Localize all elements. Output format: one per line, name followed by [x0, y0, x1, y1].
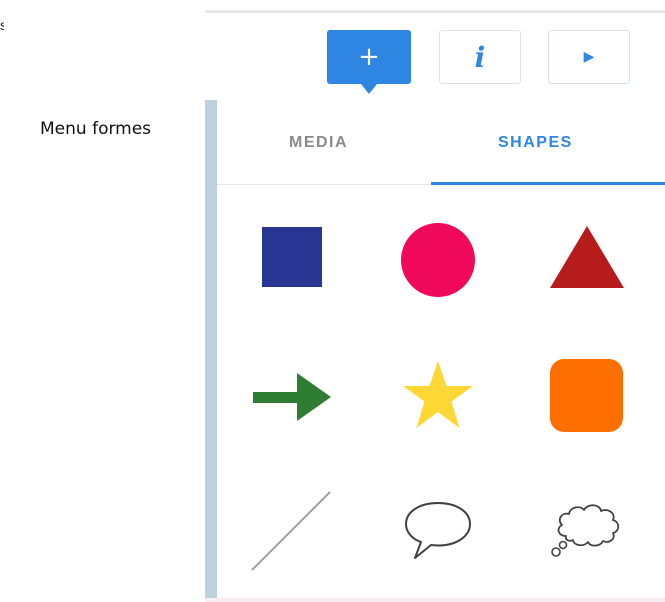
shape-rounded-square[interactable] [550, 359, 623, 432]
square-icon [262, 227, 322, 287]
shape-thought-bubble[interactable] [550, 500, 624, 558]
cropped-text-fragment: s [0, 18, 4, 32]
triangle-icon [550, 226, 624, 288]
arrow-right-icon [253, 373, 331, 421]
info-icon: i [474, 40, 486, 74]
annotation-caption: Menu formes [40, 119, 152, 139]
panel-left-rail [205, 100, 217, 602]
add-button[interactable]: + [327, 30, 411, 94]
shape-line[interactable] [250, 490, 332, 572]
speech-bubble-icon [405, 502, 471, 559]
top-divider [205, 10, 665, 13]
thought-bubble-icon [551, 504, 620, 557]
shape-arrow[interactable] [253, 373, 331, 421]
shape-circle[interactable] [401, 223, 475, 297]
tab-shapes[interactable]: SHAPES [498, 134, 573, 152]
play-icon: ▶ [583, 49, 595, 65]
shape-triangle[interactable] [549, 225, 625, 289]
active-tab-indicator [431, 182, 665, 185]
info-button[interactable]: i [439, 30, 521, 84]
tab-media[interactable]: MEDIA [289, 134, 348, 152]
plus-icon: + [358, 42, 380, 72]
shape-square[interactable] [262, 227, 322, 287]
bottom-edge-tint [205, 598, 665, 602]
rounded-square-icon [550, 359, 623, 432]
line-icon [251, 491, 331, 571]
shape-star[interactable] [402, 360, 474, 430]
shape-speech-bubble[interactable] [403, 500, 473, 562]
shapes-panel: MEDIA SHAPES [205, 100, 665, 602]
star-icon [403, 361, 473, 428]
play-button[interactable]: ▶ [548, 30, 630, 84]
circle-icon [401, 223, 475, 297]
